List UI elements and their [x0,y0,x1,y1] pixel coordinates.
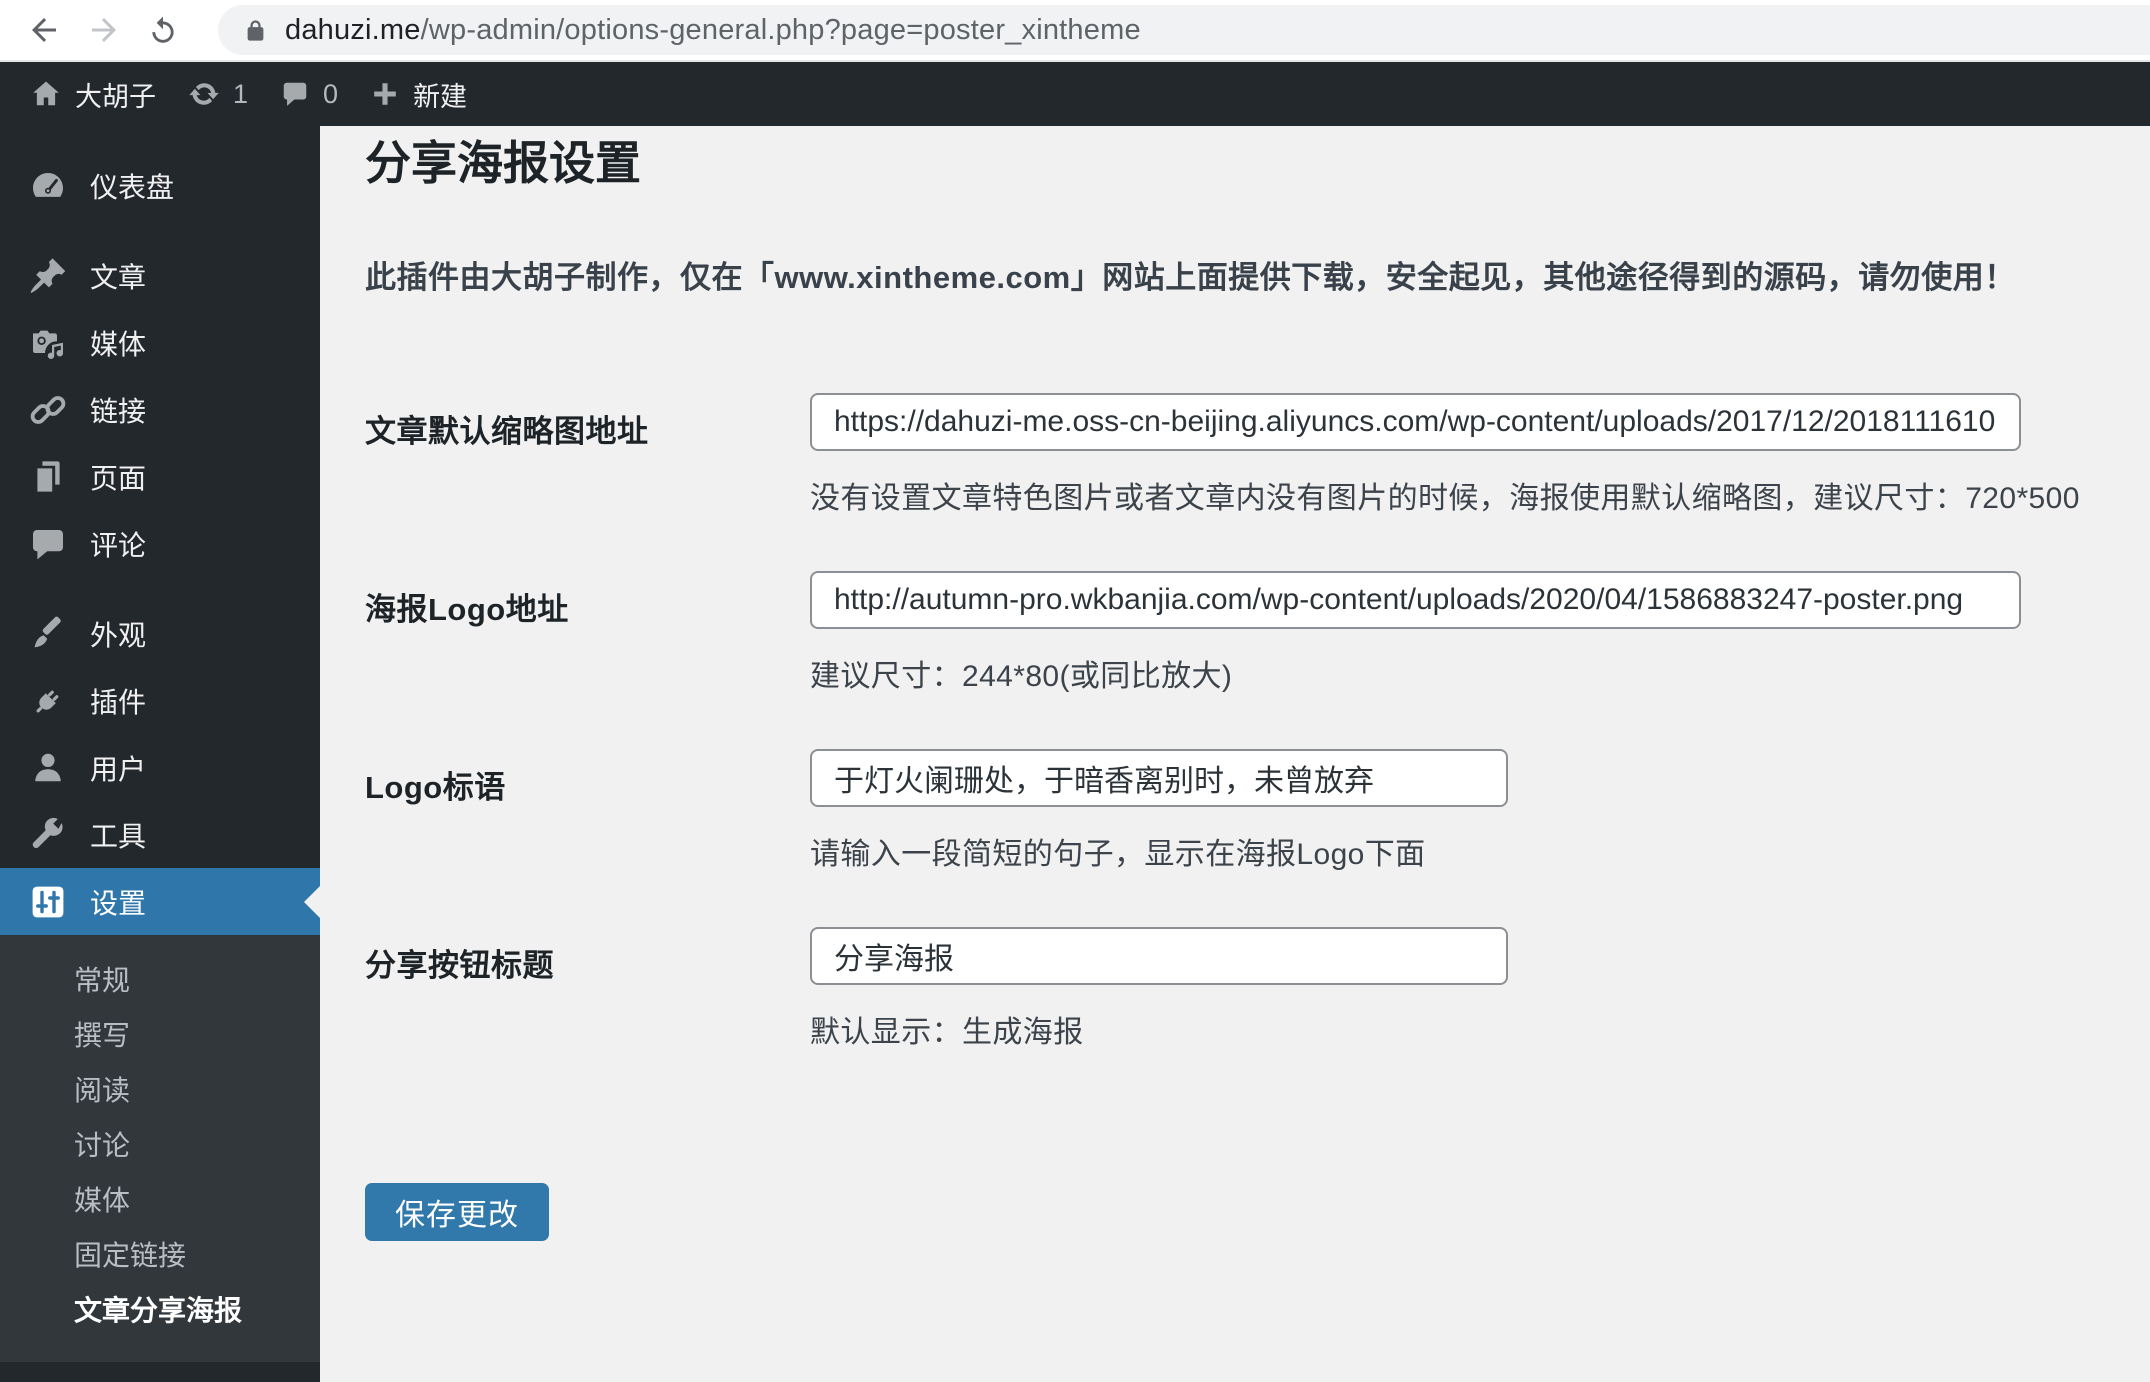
sidebar-item-label: 链接 [90,395,147,427]
default-thumbnail-url-input[interactable] [810,392,2021,451]
wp-admin-bar: 大胡子 1 0 新建 [0,62,2150,126]
comments-icon [28,524,68,564]
submenu-item-share-poster[interactable]: 文章分享海报 [0,1283,320,1338]
forward-icon[interactable] [86,12,122,48]
form-row-logo-url: 海报Logo地址 建议尺寸：244*80(或同比放大) [365,570,2110,695]
poster-logo-url-input[interactable] [810,570,2021,629]
comment-count: 0 [323,78,339,109]
url-path: /wp-admin/options-general.php?page=poste… [420,13,1141,46]
save-changes-button[interactable]: 保存更改 [365,1182,549,1241]
update-count: 1 [233,78,249,109]
settings-page: 分享海报设置 此插件由大胡子制作，仅在「www.xintheme.com」网站上… [320,126,2150,1382]
sidebar-item-label: 媒体 [90,328,147,360]
url-host: dahuzi.me [285,13,421,46]
sidebar-item-label: 评论 [90,529,147,561]
field-label: Logo标语 [365,769,506,805]
field-help: 没有设置文章特色图片或者文章内没有图片的时候，海报使用默认缩略图，建议尺寸：72… [810,481,2080,515]
lock-icon [242,17,269,44]
back-icon[interactable] [26,12,62,48]
sidebar-item-pages[interactable]: 页面 [0,443,320,510]
share-button-title-input[interactable] [810,926,1508,985]
submenu-item-general[interactable]: 常规 [0,953,320,1008]
pages-icon [28,457,68,497]
field-help: 默认显示：生成海报 [810,1015,1084,1049]
plus-icon [370,79,400,109]
plugin-icon [28,681,68,721]
site-name: 大胡子 [75,81,156,112]
sidebar-item-comments[interactable]: 评论 [0,510,320,577]
sidebar-item-plugins[interactable]: 插件 [0,667,320,734]
sidebar-item-settings[interactable]: 设置 [0,868,320,935]
page-title: 分享海报设置 [365,137,641,189]
brush-icon [28,614,68,654]
settings-submenu: 常规 撰写 阅读 讨论 媒体 固定链接 文章分享海报 [0,935,320,1362]
reload-icon[interactable] [146,13,180,47]
submenu-item-writing[interactable]: 撰写 [0,1008,320,1063]
sidebar-item-posts[interactable]: 文章 [0,242,320,309]
url-text: dahuzi.me/wp-admin/options-general.php?p… [285,14,1141,47]
sidebar-item-appearance[interactable]: 外观 [0,600,320,667]
wrench-icon [28,815,68,855]
logo-slogan-input[interactable] [810,748,1508,807]
address-bar[interactable]: dahuzi.me/wp-admin/options-general.php?p… [218,5,2150,55]
menu-separator [0,219,320,242]
field-label: 分享按钮标题 [365,947,554,983]
field-label: 文章默认缩略图地址 [365,413,649,449]
browser-toolbar: dahuzi.me/wp-admin/options-general.php?p… [0,0,2150,62]
update-icon [188,78,220,110]
sidebar-item-label: 仪表盘 [90,171,175,203]
field-label: 海报Logo地址 [365,591,569,627]
user-icon [28,748,68,788]
submenu-item-permalinks[interactable]: 固定链接 [0,1228,320,1283]
sidebar-item-media[interactable]: 媒体 [0,309,320,376]
home-icon [30,78,62,110]
link-icon [28,390,68,430]
field-help: 请输入一段简短的句子，显示在海报Logo下面 [810,837,1426,871]
sidebar-item-label: 工具 [90,820,147,852]
admin-bar-updates[interactable]: 1 [188,78,248,110]
submenu-item-media[interactable]: 媒体 [0,1173,320,1228]
submenu-item-reading[interactable]: 阅读 [0,1063,320,1118]
sidebar-item-label: 文章 [90,261,147,293]
admin-bar-comments[interactable]: 0 [280,79,338,110]
comment-icon [280,79,310,109]
new-label: 新建 [413,81,468,112]
sidebar-item-label: 用户 [90,753,147,785]
sidebar-item-label: 设置 [90,887,147,919]
sidebar-item-links[interactable]: 链接 [0,376,320,443]
screen: dahuzi.me/wp-admin/options-general.php?p… [0,0,2150,1382]
form-row-thumbnail: 文章默认缩略图地址 没有设置文章特色图片或者文章内没有图片的时候，海报使用默认缩… [365,392,2110,517]
submenu-item-discussion[interactable]: 讨论 [0,1118,320,1173]
field-help: 建议尺寸：244*80(或同比放大) [810,659,1233,693]
media-icon [28,323,68,363]
sidebar-item-label: 外观 [90,619,147,651]
sidebar-item-dashboard[interactable]: 仪表盘 [0,152,320,219]
settings-form: 文章默认缩略图地址 没有设置文章特色图片或者文章内没有图片的时候，海报使用默认缩… [365,392,2110,1241]
sidebar-item-tools[interactable]: 工具 [0,801,320,868]
admin-bar-site-link[interactable]: 大胡子 [30,75,156,114]
dashboard-icon [28,166,68,206]
sidebar-item-users[interactable]: 用户 [0,734,320,801]
sidebar-item-label: 页面 [90,462,147,494]
pushpin-icon [28,256,68,296]
plugin-notice: 此插件由大胡子制作，仅在「www.xintheme.com」网站上面提供下载，安… [365,259,2016,295]
sidebar-item-label: 插件 [90,686,147,718]
admin-sidebar: 仪表盘 文章 媒体 链接 页面 评论 外观 插件 用户 工具 设置 常规 撰写 … [0,126,320,1382]
form-row-logo-slogan: Logo标语 请输入一段简短的句子，显示在海报Logo下面 [365,748,2110,873]
settings-icon [28,882,68,922]
admin-bar-new[interactable]: 新建 [370,75,467,114]
form-row-share-button-title: 分享按钮标题 默认显示：生成海报 [365,926,2110,1051]
menu-separator [0,577,320,600]
